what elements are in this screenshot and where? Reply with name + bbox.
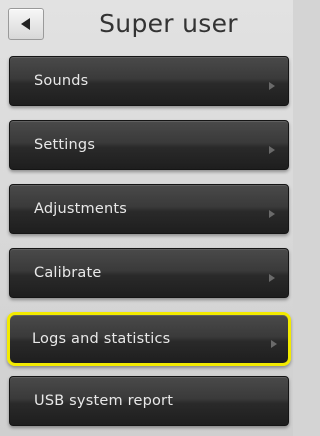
menu-item-label: Sounds xyxy=(34,73,89,89)
menu-item-adjustments[interactable]: Adjustments xyxy=(9,184,289,234)
menu-item-label: Settings xyxy=(34,137,96,153)
chevron-right-icon xyxy=(268,140,276,154)
menu-item-calibrate[interactable]: Calibrate xyxy=(9,248,289,298)
back-button[interactable] xyxy=(8,8,44,40)
menu-item-sounds[interactable]: Sounds xyxy=(9,56,289,106)
menu-item-settings[interactable]: Settings xyxy=(9,120,289,170)
menu-item-label: Adjustments xyxy=(34,201,128,217)
page-title: Super user xyxy=(99,9,238,38)
chevron-right-icon xyxy=(268,268,276,282)
menu-item-label: Calibrate xyxy=(34,265,102,281)
back-triangle-icon xyxy=(20,17,32,31)
menu-item-label: Logs and statistics xyxy=(32,331,171,347)
menu-item-label: USB system report xyxy=(34,393,174,409)
menu-item-logs-and-statistics[interactable]: Logs and statistics xyxy=(7,312,291,366)
header: Super user xyxy=(0,0,293,48)
super-user-screen: Super user Sounds Settings Adjustments C… xyxy=(0,0,293,436)
chevron-right-icon xyxy=(268,204,276,218)
menu-item-usb-system-report[interactable]: USB system report xyxy=(9,376,289,426)
chevron-right-icon xyxy=(270,334,278,348)
chevron-right-icon xyxy=(268,76,276,90)
